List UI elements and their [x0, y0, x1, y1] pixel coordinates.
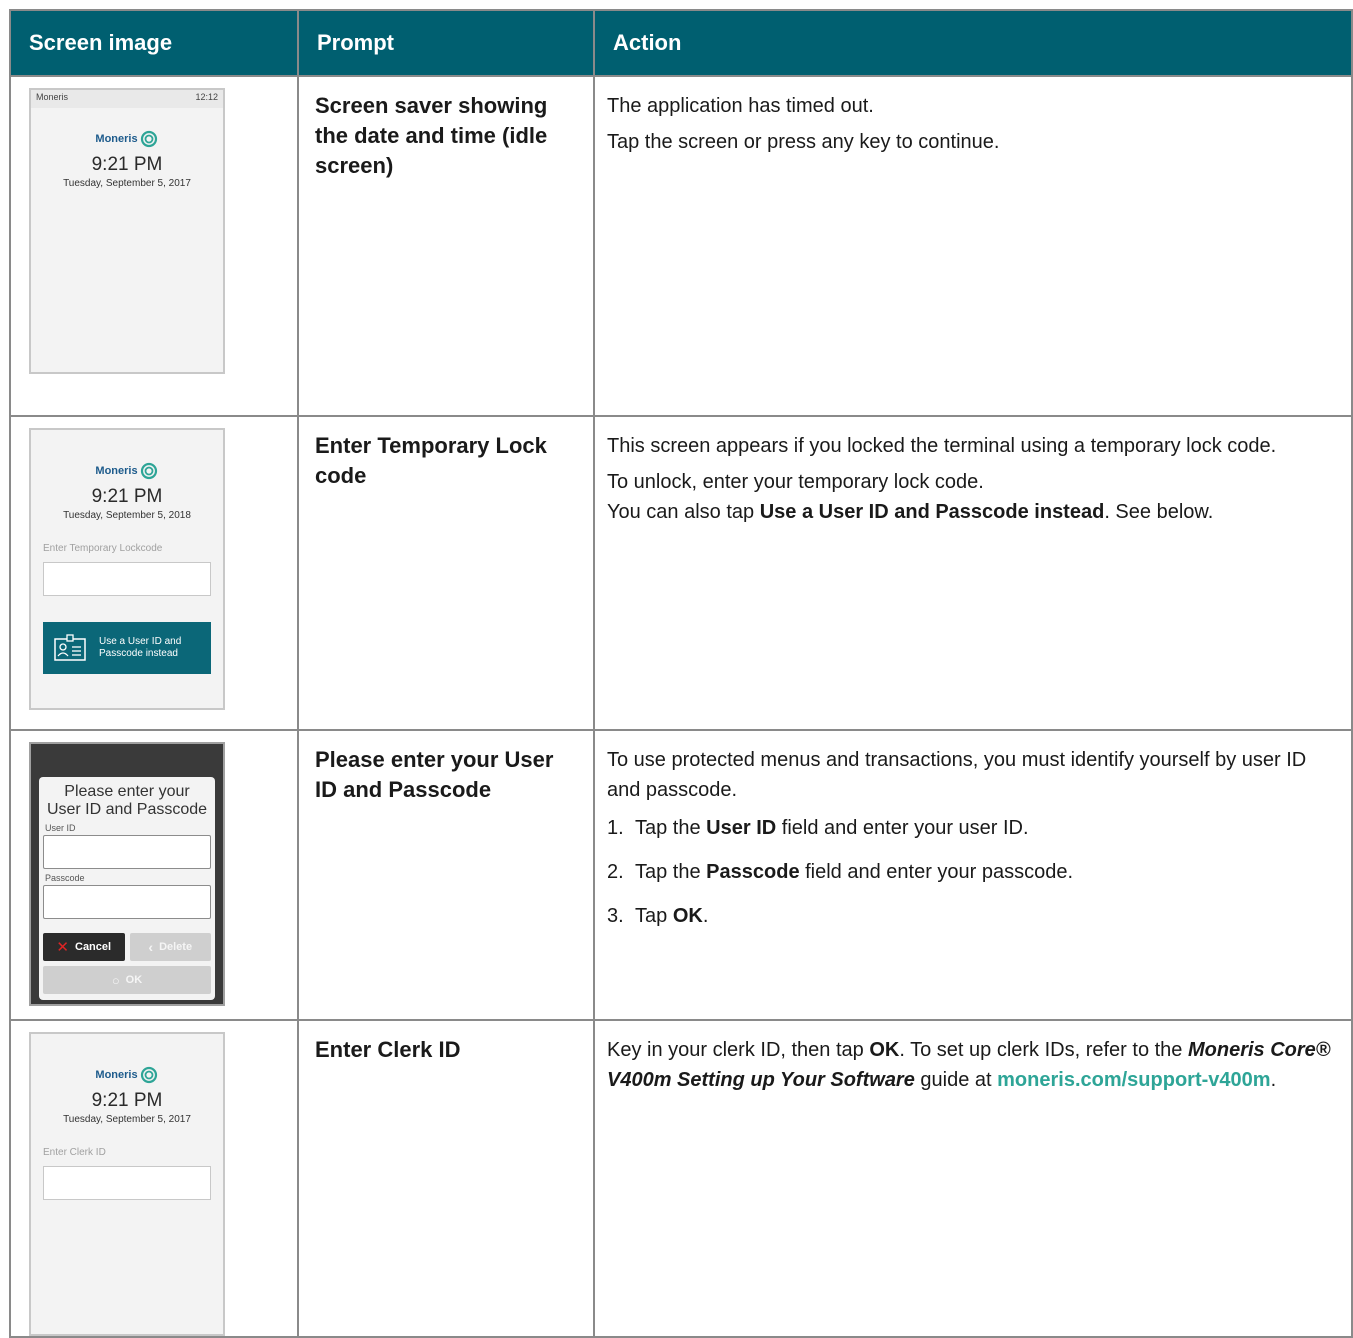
brand-logo: Moneris: [31, 130, 223, 148]
prompt-cell: Screen saver showing the date and time (…: [297, 75, 595, 417]
screen-image-cell: Moneris 9:21 PM Tuesday, September 5, 20…: [9, 1019, 299, 1338]
action-line: The application has timed out.: [607, 95, 874, 117]
list-item: 2. Tap the Passcode field and enter your …: [607, 861, 1074, 883]
button-label-line1: Use a User ID and: [99, 636, 182, 647]
action-cell: Key in your clerk ID, then tap OK. To se…: [593, 1019, 1353, 1338]
prompt-text: Screen saver showing the date and time (…: [315, 93, 548, 178]
brand-name: Moneris: [95, 1069, 138, 1081]
lockcode-label: Enter Temporary Lockcode: [43, 543, 163, 554]
action-cell: To use protected menus and transactions,…: [593, 729, 1353, 1021]
table-row: Moneris 9:21 PM Tuesday, September 5, 20…: [9, 415, 1353, 731]
list-item: 1. Tap the User ID field and enter your u…: [607, 817, 1029, 839]
use-user-id-button[interactable]: Use a User ID and Passcode instead: [43, 622, 211, 674]
moneris-logo-icon: [140, 1066, 157, 1084]
cancel-button[interactable]: ✕ Cancel: [43, 933, 125, 961]
lock-screen-image: Moneris 9:21 PM Tuesday, September 5, 20…: [29, 428, 225, 710]
prompt-cell: Please enter your User ID and Passcode: [297, 729, 595, 1021]
clock-time: 9:21 PM: [91, 1090, 163, 1111]
passcode-field[interactable]: [43, 885, 211, 919]
user-id-field[interactable]: [43, 835, 211, 869]
clock-date: Tuesday, September 5, 2017: [63, 178, 191, 189]
action-line: This screen appears if you locked the te…: [607, 435, 1277, 457]
clock-time: 9:21 PM: [91, 154, 163, 175]
screen-image-cell: Moneris 9:21 PM Tuesday, September 5, 20…: [9, 415, 299, 731]
support-link[interactable]: moneris.com/support-v400m: [997, 1069, 1270, 1091]
header-action: Action: [593, 9, 1353, 77]
action-line: You can also tap Use a User ID and Passc…: [607, 501, 1214, 523]
clock-date: Tuesday, September 5, 2017: [63, 1114, 191, 1125]
login-dialog: Please enter your User ID and Passcode U…: [39, 777, 215, 1000]
brand-logo: Moneris: [31, 1066, 223, 1084]
header-prompt: Prompt: [297, 9, 595, 77]
brand-logo: Moneris: [31, 462, 223, 480]
clerk-id-label: Enter Clerk ID: [43, 1147, 106, 1158]
id-card-icon: [54, 634, 86, 661]
action-cell: The application has timed out. Tap the s…: [593, 75, 1353, 417]
lockcode-input[interactable]: [43, 562, 211, 596]
use-user-id-reference: Use a User ID and Passcode instead: [759, 501, 1105, 523]
status-bar: Moneris 12:12: [31, 90, 223, 108]
list-item: 3. Tap OK.: [607, 905, 709, 927]
action-line: Tap the screen or press any key to conti…: [607, 131, 1000, 153]
action-text: Key in your clerk ID, then tap OK. To se…: [607, 1039, 1331, 1091]
action-line: To unlock, enter your temporary lock cod…: [607, 471, 984, 493]
clerk-id-screen-image: Moneris 9:21 PM Tuesday, September 5, 20…: [29, 1032, 225, 1336]
action-cell: This screen appears if you locked the te…: [593, 415, 1353, 731]
steps-list: 1. Tap the User ID field and enter your u…: [607, 813, 1339, 931]
instructions-table: Screen image Prompt Action Moneris 12:12…: [9, 9, 1353, 1338]
prompt-text: Please enter your User ID and Passcode: [315, 747, 554, 802]
prompt-cell: Enter Clerk ID: [297, 1019, 595, 1338]
idle-screen-image: Moneris 12:12 Moneris 9:21 PM Tuesday, S…: [29, 88, 225, 374]
clock-date: Tuesday, September 5, 2018: [63, 510, 191, 521]
table-row: Please enter your User ID and Passcode U…: [9, 729, 1353, 1021]
status-time: 12:12: [195, 92, 218, 102]
passcode-label: Passcode: [45, 873, 85, 883]
circle-icon: ○: [111, 972, 120, 988]
delete-button[interactable]: ‹ Delete: [129, 933, 211, 961]
screen-image-cell: Moneris 12:12 Moneris 9:21 PM Tuesday, S…: [9, 75, 299, 417]
brand-name: Moneris: [95, 133, 138, 145]
button-label-line2: Passcode instead: [99, 648, 178, 659]
ok-button[interactable]: ○ OK: [43, 966, 211, 994]
moneris-logo-icon: [140, 130, 157, 148]
prompt-text: Enter Temporary Lock code: [315, 433, 547, 488]
brand-name: Moneris: [95, 465, 138, 477]
header-screen-image: Screen image: [9, 9, 299, 77]
dialog-title: Please enter your User ID and Passcode: [46, 783, 208, 818]
clock-time: 9:21 PM: [91, 486, 163, 507]
prompt-text: Enter Clerk ID: [315, 1037, 461, 1062]
table-row: Moneris 12:12 Moneris 9:21 PM Tuesday, S…: [9, 75, 1353, 417]
prompt-cell: Enter Temporary Lock code: [297, 415, 595, 731]
action-intro: To use protected menus and transactions,…: [607, 749, 1307, 801]
close-icon: ✕: [56, 939, 69, 956]
table-row: Moneris 9:21 PM Tuesday, September 5, 20…: [9, 1019, 1353, 1338]
moneris-logo-icon: [140, 462, 157, 480]
clerk-id-input[interactable]: [43, 1166, 211, 1200]
login-screen-image: Please enter your User ID and Passcode U…: [29, 742, 225, 1006]
status-left: Moneris: [36, 92, 69, 102]
user-id-label: User ID: [45, 823, 76, 833]
header-row: Screen image Prompt Action: [9, 9, 1353, 77]
chevron-left-icon: ‹: [148, 939, 154, 955]
screen-image-cell: Please enter your User ID and Passcode U…: [9, 729, 299, 1021]
